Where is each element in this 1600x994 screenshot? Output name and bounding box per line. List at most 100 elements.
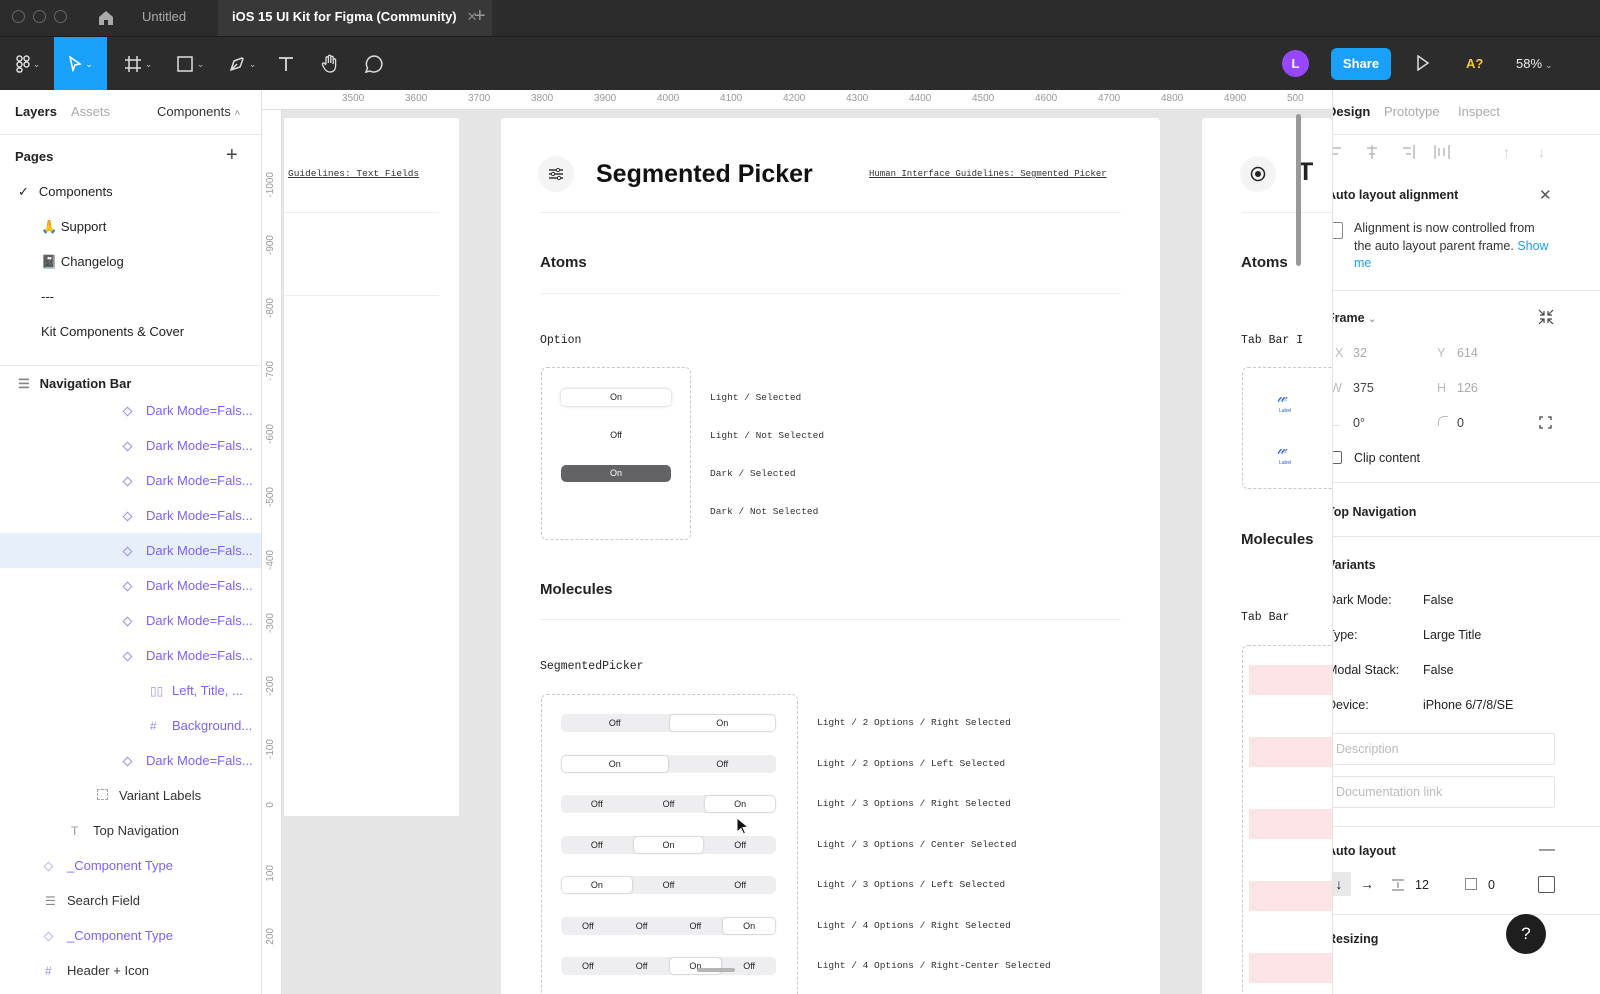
zoom-dropdown[interactable]: 58% ⌄: [1516, 56, 1553, 71]
text-fields-frame[interactable]: Guidelines: Text Fields: [284, 118, 459, 816]
page-item-components[interactable]: ✓ Components: [18, 184, 113, 200]
home-icon[interactable]: [96, 8, 116, 28]
option-component-set[interactable]: On Off On: [541, 367, 691, 540]
padding-input[interactable]: 0: [1488, 878, 1495, 892]
page-item-support[interactable]: 🙏 Support: [41, 219, 106, 235]
layer-item[interactable]: Dark Mode=Fals...: [0, 393, 261, 428]
alignment-settings-icon[interactable]: [1538, 876, 1555, 893]
picker-segment[interactable]: Off: [634, 877, 704, 893]
comment-tool-button[interactable]: [362, 37, 386, 91]
page-item-separator[interactable]: ---: [41, 289, 54, 304]
layer-root-navigation-bar[interactable]: ☰ Navigation Bar: [18, 376, 131, 392]
avatar[interactable]: L: [1282, 50, 1309, 77]
picker-segment[interactable]: Off: [562, 918, 614, 934]
resize-to-fit-icon[interactable]: [1537, 308, 1555, 331]
page-dropdown[interactable]: Components ˄: [157, 104, 240, 119]
layer-item[interactable]: Dark Mode=Fals...: [0, 603, 261, 638]
layer-item[interactable]: _Component Type: [0, 918, 261, 953]
new-tab-button[interactable]: +: [474, 5, 486, 28]
segmented-picker[interactable]: Off Off On Off: [561, 957, 776, 975]
option-dark-selected[interactable]: On: [561, 465, 671, 482]
h-input[interactable]: 126: [1457, 381, 1478, 395]
tab-prototype[interactable]: Prototype: [1384, 104, 1440, 119]
page-item-kit-components[interactable]: Kit Components & Cover: [41, 324, 184, 339]
segmented-picker[interactable]: On Off: [561, 754, 776, 773]
align-center-icon[interactable]: [1364, 144, 1380, 165]
clip-content-checkbox[interactable]: [1333, 451, 1342, 464]
picker-segment[interactable]: On: [669, 715, 775, 731]
layer-item[interactable]: Variant Labels: [0, 778, 261, 813]
guidelines-text-fields-link[interactable]: Guidelines: Text Fields: [288, 168, 419, 179]
variant-property-value[interactable]: Large Title: [1423, 628, 1481, 642]
segmented-picker-frame[interactable]: Segmented Picker Human Interface Guideli…: [501, 118, 1160, 994]
picker-segment[interactable]: Off: [562, 796, 632, 812]
picker-segment[interactable]: On: [562, 877, 632, 893]
layer-item[interactable]: # Background...: [0, 708, 261, 743]
picker-segment[interactable]: On: [633, 836, 704, 853]
option-light-not-selected[interactable]: Off: [561, 427, 671, 444]
pen-tool-button[interactable]: ⌄: [222, 37, 262, 91]
layer-item[interactable]: Dark Mode=Fals...: [0, 568, 261, 603]
y-input[interactable]: 614: [1457, 346, 1478, 360]
tab-untitled[interactable]: Untitled: [118, 0, 210, 36]
segmented-picker[interactable]: Off On Off: [561, 835, 776, 854]
picker-segment[interactable]: Off: [705, 837, 775, 853]
w-input[interactable]: 375: [1353, 381, 1374, 395]
align-left-icon[interactable]: [1333, 144, 1345, 165]
share-button[interactable]: Share: [1331, 48, 1391, 80]
hand-tool-button[interactable]: [318, 37, 342, 91]
layer-item[interactable]: _Component Type: [0, 848, 261, 883]
segmented-picker[interactable]: Off On: [561, 714, 776, 732]
align-bottom-icon[interactable]: ↓: [1538, 144, 1545, 160]
rotation-input[interactable]: 0°: [1353, 416, 1365, 430]
layer-item[interactable]: Dark Mode=Fals...: [0, 428, 261, 463]
independent-corners-icon[interactable]: [1539, 416, 1552, 434]
layer-item[interactable]: Dark Mode=Fals...: [0, 498, 261, 533]
segmented-picker[interactable]: Off Off Off On: [561, 916, 776, 935]
align-top-icon[interactable]: ↑: [1503, 144, 1510, 160]
direction-vertical-button[interactable]: ↓: [1333, 872, 1351, 896]
tab-bar-frame[interactable]: T Atoms Tab Bar I 𝓌 Label 𝓌 Label Molecu…: [1202, 118, 1332, 994]
tab-bar-item-set[interactable]: 𝓌 Label 𝓌 Label: [1242, 367, 1332, 489]
layer-item[interactable]: ▯▯ Left, Title, ...: [0, 673, 261, 708]
picker-segment[interactable]: Off: [634, 796, 704, 812]
add-page-button[interactable]: +: [226, 144, 238, 167]
present-button[interactable]: [1416, 54, 1430, 76]
canvas-scrollbar[interactable]: [1296, 114, 1301, 266]
picker-segment[interactable]: Off: [562, 715, 668, 731]
shape-tool-button[interactable]: ⌄: [170, 37, 210, 91]
frame-dropdown[interactable]: Frame ⌄: [1333, 311, 1376, 325]
help-button[interactable]: ?: [1506, 914, 1546, 954]
close-icon[interactable]: ✕: [1539, 186, 1552, 204]
tab-ios-ui-kit[interactable]: iOS 15 UI Kit for Figma (Community) ✕: [218, 0, 492, 36]
variant-property-value[interactable]: False: [1423, 593, 1454, 607]
corner-radius-input[interactable]: 0: [1457, 416, 1464, 430]
main-menu-button[interactable]: ⌄: [8, 37, 48, 91]
item-spacing-input[interactable]: 12: [1415, 878, 1429, 892]
maximize-window-button[interactable]: [54, 10, 67, 23]
picker-segment[interactable]: Off: [616, 918, 668, 934]
picker-segment[interactable]: On: [723, 917, 775, 934]
layer-item[interactable]: Dark Mode=Fals...: [0, 743, 261, 778]
option-dark-not-selected[interactable]: [561, 503, 671, 520]
picker-segment[interactable]: On: [705, 796, 776, 812]
minimize-window-button[interactable]: [33, 10, 46, 23]
layer-item[interactable]: # Header + Icon: [0, 953, 261, 988]
layer-item[interactable]: Dark Mode=Fals...: [0, 638, 261, 673]
tab-bar-set[interactable]: [1242, 645, 1332, 994]
variant-property-value[interactable]: False: [1423, 663, 1454, 677]
distribute-icon[interactable]: [1434, 144, 1450, 165]
layer-item[interactable]: Dark Mode=Fals...: [0, 463, 261, 498]
direction-horizontal-button[interactable]: →: [1355, 872, 1379, 896]
option-light-selected[interactable]: On: [561, 389, 671, 406]
segmented-picker[interactable]: Off Off On: [561, 795, 776, 813]
close-window-button[interactable]: [12, 10, 25, 23]
variant-property-value[interactable]: iPhone 6/7/8/SE: [1423, 698, 1513, 712]
canvas[interactable]: 3500 3600 3700 3800 3900 4000 4100 4200 4300 4400…: [262, 90, 1332, 994]
picker-segment[interactable]: Off: [562, 837, 632, 853]
align-right-icon[interactable]: [1399, 144, 1415, 165]
layer-item[interactable]: T Top Navigation: [0, 813, 261, 848]
segmented-picker[interactable]: On Off Off: [561, 876, 776, 894]
x-input[interactable]: 32: [1353, 346, 1367, 360]
scroll-indicator[interactable]: [697, 968, 735, 972]
